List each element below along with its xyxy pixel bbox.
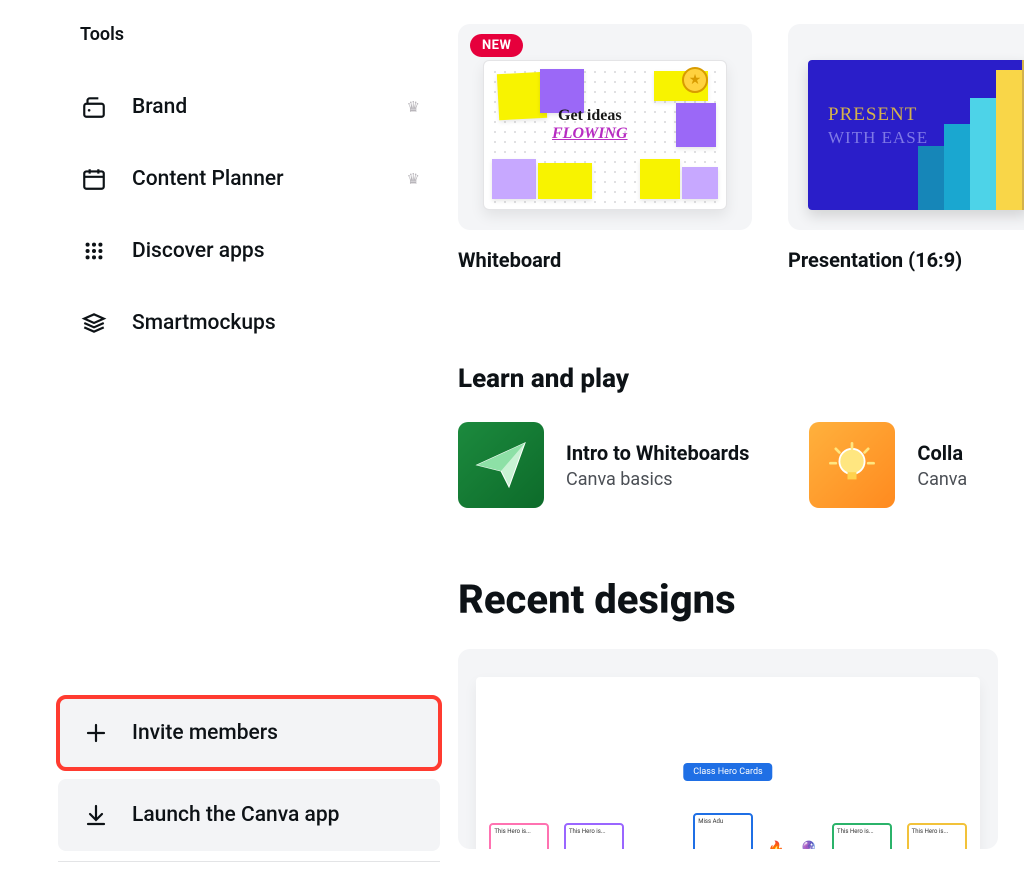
thumb-text: PRESENT bbox=[828, 104, 928, 126]
learn-item-title: Colla bbox=[917, 441, 967, 465]
recent-design-card[interactable]: Class Hero Cards This Hero is... This He… bbox=[458, 649, 998, 849]
paper-plane-icon bbox=[458, 422, 544, 508]
template-card-presentation[interactable]: PRESENT WITH EASE Presentation (16:9) bbox=[788, 24, 1024, 272]
lightbulb-icon bbox=[809, 422, 895, 508]
crystal-icon: 🔮 bbox=[800, 841, 817, 849]
sidebar-item-content-planner[interactable]: Content Planner ♛ bbox=[80, 143, 440, 215]
learn-item-subtitle: Canva bbox=[917, 469, 967, 490]
sidebar-item-label: Brand bbox=[132, 95, 407, 119]
recent-heading: Recent designs bbox=[458, 576, 1024, 623]
thumb-text: Get ideas bbox=[552, 107, 628, 125]
hero-card: This Hero is... bbox=[907, 823, 967, 849]
launch-app-button[interactable]: Launch the Canva app bbox=[58, 779, 440, 851]
hero-card: This Hero is... bbox=[832, 823, 892, 849]
sidebar-item-brand[interactable]: Brand ♛ bbox=[80, 71, 440, 143]
recent-chip: Class Hero Cards bbox=[683, 763, 772, 781]
crown-icon: ♛ bbox=[407, 170, 420, 188]
thumb-text: FLOWING bbox=[552, 125, 628, 143]
hero-card: This Hero is... bbox=[489, 823, 549, 849]
template-thumb: NEW Get ideas FLOWING ★ bbox=[458, 24, 752, 230]
planner-icon bbox=[80, 165, 108, 193]
template-title: Presentation (16:9) bbox=[788, 248, 1024, 272]
mockups-icon bbox=[80, 309, 108, 337]
invite-members-label: Invite members bbox=[132, 721, 278, 745]
sidebar-item-discover-apps[interactable]: Discover apps bbox=[80, 215, 440, 287]
launch-app-label: Launch the Canva app bbox=[132, 803, 339, 827]
learn-item-title: Intro to Whiteboards bbox=[566, 441, 749, 465]
template-card-whiteboard[interactable]: NEW Get ideas FLOWING ★ bbox=[458, 24, 752, 272]
learn-item-whiteboards[interactable]: Intro to Whiteboards Canva basics bbox=[458, 422, 749, 508]
hero-card: Miss Adu bbox=[693, 813, 753, 849]
brand-icon bbox=[80, 93, 108, 121]
sidebar-item-smartmockups[interactable]: Smartmockups bbox=[80, 287, 440, 359]
download-icon bbox=[82, 801, 110, 829]
thumb-text: WITH EASE bbox=[828, 128, 928, 148]
learn-item-collab[interactable]: Colla Canva bbox=[809, 422, 967, 508]
tools-heading: Tools bbox=[80, 24, 440, 45]
sidebar-item-label: Smartmockups bbox=[132, 311, 440, 335]
crown-icon: ♛ bbox=[407, 98, 420, 116]
learn-item-subtitle: Canva basics bbox=[566, 469, 749, 490]
apps-icon bbox=[80, 237, 108, 265]
learn-row: Intro to Whiteboards Canva basics Colla … bbox=[458, 422, 1024, 508]
fire-icon: 🔥 bbox=[768, 841, 785, 849]
star-icon: ★ bbox=[682, 67, 708, 93]
plus-icon bbox=[82, 719, 110, 747]
learn-heading: Learn and play bbox=[458, 364, 1024, 394]
template-thumb: PRESENT WITH EASE bbox=[788, 24, 1024, 230]
main-content: NEW Get ideas FLOWING ★ bbox=[458, 0, 1024, 849]
sidebar: Tools Brand ♛ Content Planner ♛ bbox=[0, 0, 440, 359]
invite-members-button[interactable]: Invite members bbox=[58, 697, 440, 769]
divider bbox=[58, 861, 440, 862]
template-row: NEW Get ideas FLOWING ★ bbox=[458, 24, 1024, 272]
new-badge: NEW bbox=[470, 34, 523, 57]
sidebar-item-label: Content Planner bbox=[132, 167, 407, 191]
sidebar-actions: Invite members Launch the Canva app bbox=[58, 697, 440, 862]
hero-card: This Hero is... bbox=[564, 823, 624, 849]
template-title: Whiteboard bbox=[458, 248, 752, 272]
sidebar-item-label: Discover apps bbox=[132, 239, 440, 263]
